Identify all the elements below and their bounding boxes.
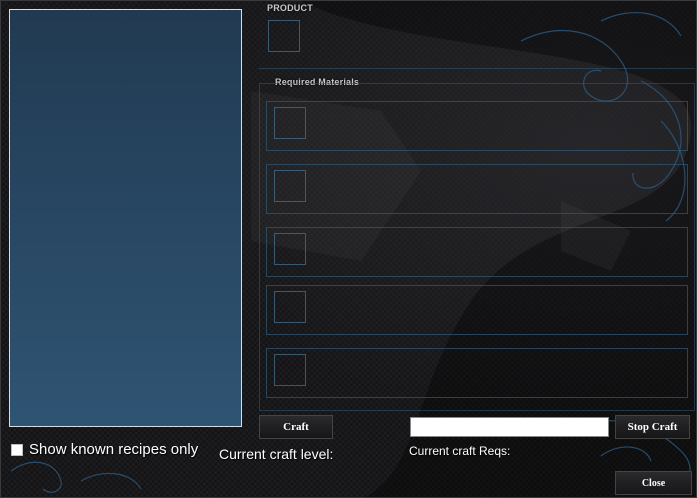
current-craft-level-label: Current craft level: xyxy=(219,446,334,462)
material-row xyxy=(266,285,688,335)
product-group xyxy=(259,9,695,69)
craft-quantity-input[interactable] xyxy=(410,417,609,437)
material-slot[interactable] xyxy=(274,354,306,386)
stop-craft-button[interactable]: Stop Craft xyxy=(615,415,690,439)
close-button[interactable]: Close xyxy=(615,471,692,495)
crafting-window: PRODUCT Required Materials Craft Stop Cr… xyxy=(0,0,697,498)
material-row xyxy=(266,164,688,214)
material-row xyxy=(266,348,688,398)
craft-button[interactable]: Craft xyxy=(259,415,333,439)
product-slot[interactable] xyxy=(268,20,300,52)
material-row xyxy=(266,227,688,277)
show-known-recipes-checkbox[interactable] xyxy=(11,444,23,456)
material-slot[interactable] xyxy=(274,170,306,202)
current-craft-reqs-label: Current craft Reqs: xyxy=(409,444,511,458)
material-slot[interactable] xyxy=(274,291,306,323)
recipe-list[interactable] xyxy=(9,9,242,427)
material-slot[interactable] xyxy=(274,107,306,139)
show-known-recipes-label: Show known recipes only xyxy=(29,441,199,458)
material-row xyxy=(266,101,688,151)
material-slot[interactable] xyxy=(274,233,306,265)
